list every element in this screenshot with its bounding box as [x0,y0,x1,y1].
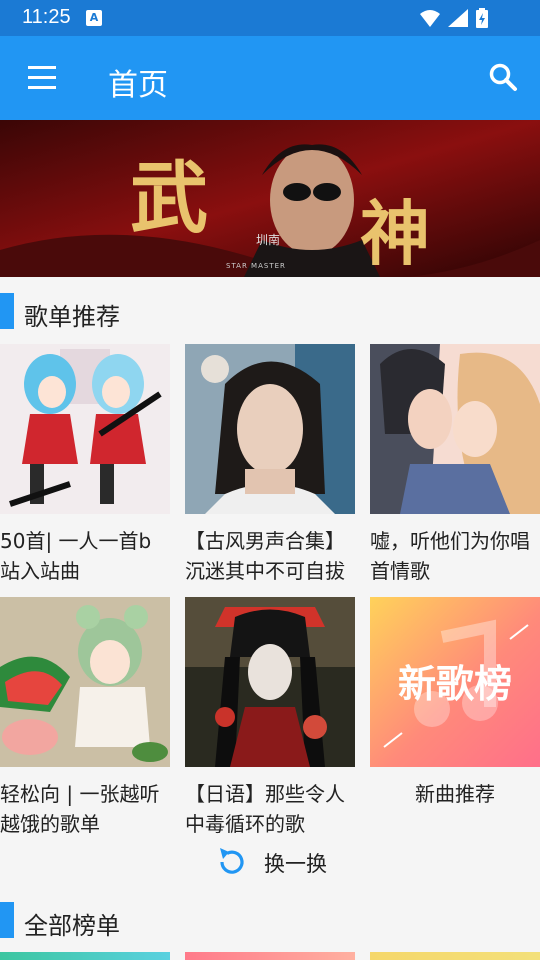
playlist-cover: 新歌榜 [370,597,540,767]
refresh-icon [220,848,244,874]
banner-caption: STAR MASTER [226,262,286,270]
playlist-card[interactable]: 【日语】那些令人中毒循环的歌 [185,597,355,839]
search-icon[interactable] [488,62,518,92]
cover-text: 新歌榜 [398,662,512,706]
chart-card-peek[interactable] [185,952,355,960]
system-status-icons [420,8,488,28]
banner-title-left: 武 [130,153,208,244]
playlist-caption: 【古风男声合集】沉迷其中不可自拔 [185,529,345,583]
signal-icon [448,9,468,27]
section-title: 歌单推荐 [24,303,120,331]
playlist-caption: 50首| 一人一首b站入站曲 [0,529,152,583]
playlist-cover [370,344,540,514]
section-title: 全部榜单 [24,912,120,940]
playlist-card[interactable]: 【古风男声合集】沉迷其中不可自拔 [185,344,355,586]
playlist-cover [0,344,170,514]
section-accent-bar [0,293,14,329]
section-accent-bar [0,902,14,938]
wifi-icon [420,10,440,27]
playlist-caption: 嘘，听他们为你唱首情歌 [370,529,530,583]
playlist-card[interactable]: 嘘，听他们为你唱首情歌 [370,344,540,586]
banner-small-text: 圳南 [256,232,280,247]
playlist-cover [185,344,355,514]
chart-card-peek[interactable] [370,952,540,960]
playlist-card[interactable]: 50首| 一人一首b站入站曲 [0,344,170,586]
playlist-caption: 轻松向 | 一张越听越饿的歌单 [0,782,160,836]
playlist-card[interactable]: 轻松向 | 一张越听越饿的歌单 [0,597,170,839]
banner-carousel[interactable]: 武 神 圳南 STAR MASTER [0,120,540,277]
notification-icon: A [86,10,102,26]
playlist-caption: 【日语】那些令人中毒循环的歌 [185,782,345,836]
playlist-cover [185,597,355,767]
status-bar: 11:25 A [0,0,540,36]
chart-card-peek[interactable] [0,952,170,960]
refresh-label: 换一换 [264,852,327,876]
banner-image: 武 神 圳南 STAR MASTER [0,120,540,277]
page-title: 首页 [108,68,168,103]
banner-title-right: 神 [360,192,430,275]
menu-icon[interactable] [28,66,56,90]
playlist-card[interactable]: 新歌榜 新曲推荐 [370,597,540,839]
app-bar: 首页 [0,36,540,120]
battery-icon [476,8,488,28]
status-time: 11:25 [22,6,71,28]
playlist-caption: 新曲推荐 [415,782,495,806]
playlist-cover [0,597,170,767]
